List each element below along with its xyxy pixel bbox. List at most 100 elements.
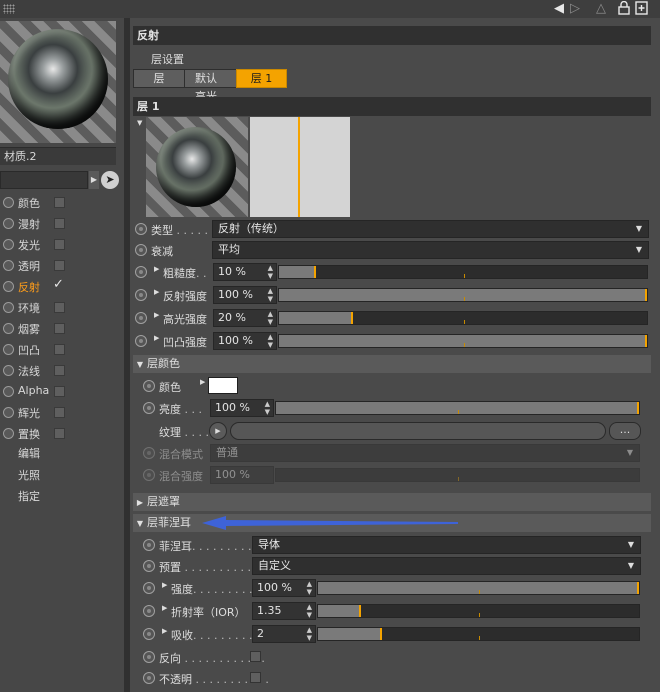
channel-4[interactable]: 反射 ✓ [0, 276, 124, 297]
color-swatch[interactable] [208, 377, 238, 394]
forward-arrow-icon[interactable]: ▷ [568, 1, 582, 17]
search-input[interactable] [0, 171, 88, 189]
animate-radio[interactable] [143, 582, 155, 594]
channel-label[interactable]: 烟雾 [18, 321, 40, 337]
collapse-triangle-icon[interactable]: ▼ [137, 119, 142, 127]
channel-checkbox[interactable] [54, 428, 65, 439]
tab-default-specular[interactable]: 默认高光 [184, 69, 237, 103]
channel-checkbox[interactable] [54, 407, 65, 418]
spinner-arrows-icon[interactable]: ▲ ▼ [307, 580, 312, 596]
spinner-arrows-icon[interactable]: ▲ ▼ [268, 333, 273, 349]
lock-icon[interactable] [617, 0, 631, 17]
expand-triangle-icon[interactable]: ▶ [154, 265, 159, 273]
menu-illumination[interactable]: 光照 [18, 467, 40, 483]
back-arrow-icon[interactable]: ◀ [552, 1, 566, 17]
expand-triangle-icon[interactable]: ▶ [162, 604, 167, 612]
channel-radio[interactable] [3, 239, 14, 250]
brightness-input[interactable]: 100 % ▲ ▼ [210, 399, 274, 417]
channel-5[interactable]: 环境 [0, 297, 124, 318]
tab-layers[interactable]: 层 [133, 69, 185, 88]
channel-radio[interactable] [3, 281, 14, 292]
checkmark-icon[interactable]: ✓ [53, 277, 64, 292]
channel-label[interactable]: 环境 [18, 300, 40, 316]
channel-radio[interactable] [3, 302, 14, 313]
absorption-input[interactable]: 2 ▲ ▼ [252, 625, 316, 643]
animate-radio[interactable] [135, 244, 147, 256]
channel-checkbox[interactable] [54, 323, 65, 334]
channel-label[interactable]: 置换 [18, 426, 40, 442]
ior-input[interactable]: 1.35 ▲ ▼ [252, 602, 316, 620]
channel-radio[interactable] [3, 218, 14, 229]
expand-triangle-icon[interactable]: ▶ [162, 627, 167, 635]
expand-arrow-icon[interactable]: ▶ [89, 171, 99, 189]
texture-browse-button[interactable]: ... [609, 422, 641, 440]
channel-label[interactable]: 法线 [18, 363, 40, 379]
strength-input[interactable]: 100 % ▲ ▼ [252, 579, 316, 597]
invert-checkbox[interactable] [250, 651, 261, 662]
channel-checkbox[interactable] [54, 218, 65, 229]
channel-radio[interactable] [3, 428, 14, 439]
channel-label[interactable]: 反射 [18, 279, 40, 295]
spinner-arrows-icon[interactable]: ▲ ▼ [268, 264, 273, 280]
channel-7[interactable]: 凹凸 [0, 339, 124, 360]
animate-radio[interactable] [135, 289, 147, 301]
channel-radio[interactable] [3, 323, 14, 334]
channel-checkbox[interactable] [54, 197, 65, 208]
channel-radio[interactable] [3, 197, 14, 208]
channel-radio[interactable] [3, 365, 14, 376]
pick-cursor-icon[interactable]: ➤ [101, 171, 119, 189]
channel-9[interactable]: Alpha [0, 381, 124, 402]
preset-dropdown[interactable]: 自定义 ▼ [252, 557, 641, 575]
bump-strength-slider[interactable] [278, 334, 648, 348]
channel-label[interactable]: 发光 [18, 237, 40, 253]
spinner-arrows-icon[interactable]: ▲ ▼ [307, 626, 312, 642]
menu-edit[interactable]: 编辑 [18, 445, 40, 461]
brightness-slider[interactable] [275, 401, 640, 415]
channel-checkbox[interactable] [54, 239, 65, 250]
channel-label[interactable]: 漫射 [18, 216, 40, 232]
channel-label[interactable]: 透明 [18, 258, 40, 274]
channel-checkbox[interactable] [54, 260, 65, 271]
animate-radio[interactable] [135, 266, 147, 278]
channel-6[interactable]: 烟雾 [0, 318, 124, 339]
expand-triangle-icon[interactable]: ▶ [154, 288, 159, 296]
texture-field[interactable] [230, 422, 606, 440]
tab-layer-1[interactable]: 层 1 [236, 69, 287, 88]
channel-label[interactable]: 颜色 [18, 195, 40, 211]
channel-10[interactable]: 辉光 [0, 402, 124, 423]
fresnel-dropdown[interactable]: 导体 ▼ [252, 536, 641, 554]
new-window-icon[interactable] [634, 1, 648, 17]
animate-radio[interactable] [143, 605, 155, 617]
channel-checkbox[interactable] [54, 365, 65, 376]
channel-1[interactable]: 漫射 [0, 213, 124, 234]
channel-radio[interactable] [3, 386, 14, 397]
strength-slider[interactable] [317, 581, 640, 595]
specular-strength-slider[interactable] [278, 311, 648, 325]
animate-radio[interactable] [135, 312, 147, 324]
material-preview[interactable] [0, 21, 116, 143]
spinner-arrows-icon[interactable]: ▲ ▼ [268, 287, 273, 303]
animate-radio[interactable] [143, 651, 155, 663]
drag-grip-icon[interactable] [3, 4, 15, 14]
expand-triangle-icon[interactable]: ▶ [200, 378, 205, 386]
menu-assignment[interactable]: 指定 [18, 488, 40, 504]
group-header-layer-color[interactable]: ▼ 层颜色 [133, 355, 651, 373]
channel-11[interactable]: 置换 [0, 423, 124, 444]
channel-radio[interactable] [3, 407, 14, 418]
channel-checkbox[interactable] [54, 302, 65, 313]
channel-radio[interactable] [3, 260, 14, 271]
channel-label[interactable]: 辉光 [18, 405, 40, 421]
channel-label[interactable]: Alpha [18, 384, 49, 397]
channel-checkbox[interactable] [54, 386, 65, 397]
reflection-strength-input[interactable]: 100 % ▲ ▼ [213, 286, 277, 304]
animate-radio[interactable] [135, 223, 147, 235]
animate-radio[interactable] [143, 672, 155, 684]
ior-slider[interactable] [317, 604, 640, 618]
channel-2[interactable]: 发光 [0, 234, 124, 255]
channel-0[interactable]: 颜色 [0, 192, 124, 213]
channel-radio[interactable] [3, 344, 14, 355]
expand-triangle-icon[interactable]: ▶ [154, 334, 159, 342]
channel-label[interactable]: 凹凸 [18, 342, 40, 358]
animate-radio[interactable] [143, 560, 155, 572]
type-dropdown[interactable]: 反射（传统） ▼ [212, 220, 649, 238]
